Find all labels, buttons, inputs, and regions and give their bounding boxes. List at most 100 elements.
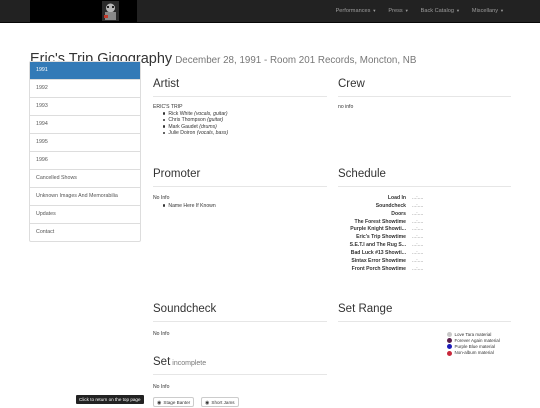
bullet-icon [163, 131, 166, 135]
nav-miscellany[interactable]: Miscellany ▼ [466, 0, 510, 22]
sidebar-item-1993[interactable]: 1993 [30, 97, 140, 115]
sidebar-item-1992[interactable]: 1992 [30, 79, 140, 97]
schedule-event: Soundcheck [375, 202, 406, 209]
schedule-time: ...:.... [412, 210, 424, 217]
table-row: Bad Luck #13 Showti......:.... [338, 249, 424, 258]
nav-back-catalog[interactable]: Back Catalog ▼ [415, 0, 466, 22]
set-heading: Set incomplete [153, 356, 206, 368]
table-row: Eric's Trip Showtime...:.... [338, 234, 423, 242]
band-logo-icon [102, 1, 119, 21]
schedule-time: ...:.... [412, 234, 424, 241]
sidebar-item-unknown-images[interactable]: Unknown Images And Memorabilia [30, 187, 140, 205]
set-heading-label: Set [153, 356, 171, 368]
soundcheck-info: No Info [153, 331, 170, 337]
divider [153, 321, 327, 322]
schedule-time: ...:.... [412, 257, 424, 264]
page-subtitle: December 28, 1991 - Room 201 Records, Mo… [175, 55, 417, 66]
schedule-time: ...:.... [412, 202, 424, 209]
member-name: Chris Thompson [168, 117, 206, 124]
nav-label: Miscellany [471, 8, 499, 14]
nav-menu: Performances ▼ Press ▼ Back Catalog ▼ Misce… [330, 0, 510, 22]
scroll-to-top-button[interactable]: Click to return on the top page [76, 395, 144, 404]
soundcheck-heading: Soundcheck [153, 303, 217, 315]
schedule-time: ...:.... [412, 226, 424, 233]
schedule-heading: Schedule [338, 168, 386, 180]
legend-item: Purple Blue material [447, 344, 507, 350]
member-role: (vocals, bass) [196, 130, 229, 137]
set-range-legend: Love Tara material Forever Again materia… [447, 332, 507, 356]
set-range-heading: Set Range [338, 303, 393, 315]
caret-down-icon: ▼ [500, 8, 504, 13]
crew-heading: Crew [338, 78, 365, 90]
sidebar-item-1994[interactable]: 1994 [30, 115, 140, 133]
legend-item: Non-album material [447, 350, 507, 356]
short-jams-button[interactable]: ◉ Short Jams [201, 397, 239, 407]
crew-info: no info [338, 104, 354, 110]
artist-member-list: Rick White (vocals, guitar) Chris Thomps… [163, 111, 228, 137]
legend-dot-icon [447, 332, 452, 338]
sidebar-item-1996[interactable]: 1996 [30, 151, 140, 169]
schedule-event: Doors [391, 210, 406, 217]
site-logo[interactable] [30, 0, 137, 22]
nav-label: Performances [335, 8, 371, 14]
set-status: incomplete [172, 360, 207, 367]
member-name: Rick White [168, 111, 193, 117]
bullet-icon [163, 204, 166, 207]
member-role: (vocals, guitar) [194, 111, 228, 117]
sidebar-item-cancelled-shows[interactable]: Cancelled Shows [30, 169, 140, 187]
schedule-time: ...:.... [412, 265, 424, 272]
legend-label: Purple Blue material [454, 344, 496, 350]
stage-banter-button[interactable]: ◉ Stage Banter [153, 397, 195, 407]
legend-dot-icon [447, 350, 452, 356]
schedule-event: Eric's Trip Showtime [356, 234, 406, 241]
promoter-heading: Promoter [153, 168, 201, 180]
legend-label: Non-album material [454, 350, 494, 356]
bullet-icon [163, 112, 166, 115]
sidebar-item-1995[interactable]: 1995 [30, 133, 140, 151]
table-row: Doors...:.... [338, 211, 423, 219]
nav-label: Press [388, 8, 403, 14]
table-row: Purple Knight Showti......:.... [338, 226, 423, 234]
schedule-event: The Forest Showtime [354, 218, 406, 225]
table-row: S.E.T.I and The Rug S......:.... [338, 242, 424, 250]
divider [153, 186, 327, 187]
eye-icon: ◉ [205, 400, 210, 406]
sidebar-item-updates[interactable]: Updates [30, 205, 140, 223]
divider [338, 321, 511, 322]
button-label: Stage Banter [163, 400, 191, 405]
artist-band-name: ERIC'S TRIP [153, 104, 183, 110]
divider [338, 186, 511, 187]
sidebar-item-1991[interactable]: 1991 [30, 62, 140, 79]
navbar: Performances ▼ Press ▼ Back Catalog ▼ Misce… [0, 0, 540, 23]
schedule-event: Sintax Error Showtime [351, 257, 406, 264]
button-label: Short Jams [211, 400, 235, 405]
schedule-event: Purple Knight Showti... [350, 226, 406, 233]
schedule-event: S.E.T.I and The Rug S... [349, 242, 406, 249]
schedule-time: ...:.... [412, 242, 424, 249]
member-name: Mark Gaudet [168, 123, 198, 130]
member-role: (guitar) [207, 117, 224, 124]
list-item: Julie Doiron (vocals, bass) [163, 130, 228, 136]
legend-label: Forever Again material [454, 338, 500, 344]
divider [153, 374, 327, 375]
schedule-time: ...:.... [412, 249, 424, 256]
table-row: Load In...:.... [338, 195, 423, 203]
sidebar: 1991 1992 1993 1994 1995 1996 Cancelled … [29, 61, 141, 242]
caret-down-icon: ▼ [372, 8, 377, 13]
list-item: Name Here If Known [163, 203, 216, 209]
member-role: (drums) [199, 123, 217, 130]
set-info: No Info [153, 384, 170, 390]
sidebar-item-contact[interactable]: Contact [30, 223, 140, 241]
promoter-info: No Info [153, 195, 170, 201]
legend-item: Forever Again material [447, 338, 507, 344]
schedule-event: Load In [387, 195, 406, 201]
nav-press[interactable]: Press ▼ [382, 0, 414, 22]
schedule-event: Front Porch Showtime [351, 265, 406, 272]
eye-icon: ◉ [157, 400, 162, 406]
nav-performances[interactable]: Performances ▼ [330, 0, 383, 22]
legend-label: Love Tara material [454, 332, 492, 337]
artist-heading: Artist [153, 78, 180, 90]
divider [338, 96, 511, 97]
divider [153, 96, 327, 97]
member-name: Julie Doiron [168, 130, 196, 137]
